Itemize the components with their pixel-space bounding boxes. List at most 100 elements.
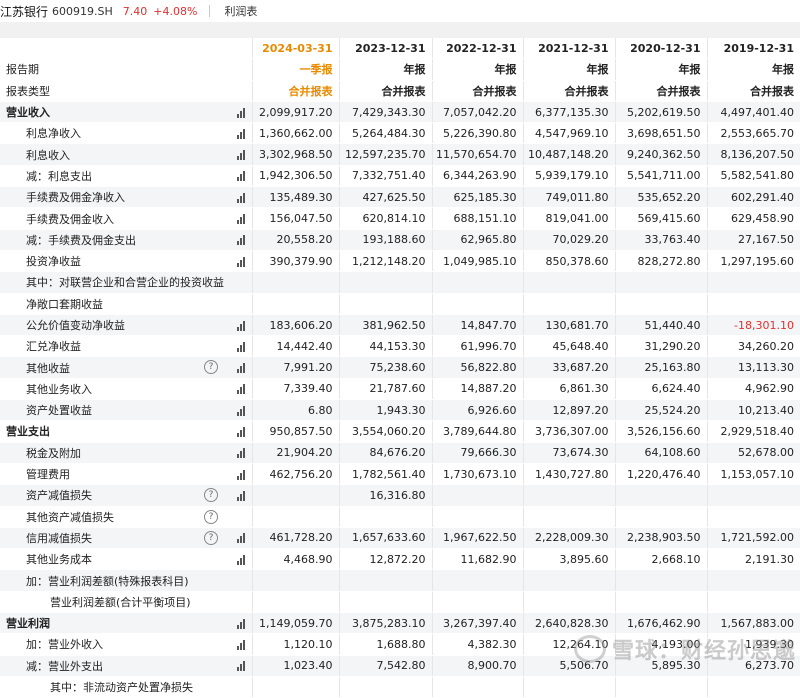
row-label: 加：营业利润差额(特殊报表科目) xyxy=(0,569,232,592)
value-cell: 70,029.20 xyxy=(522,229,615,251)
table-row[interactable]: 利息净收入 1,360,662.00 5,264,484.30 5,226,390.8… xyxy=(0,122,800,145)
help-icon[interactable]: ? xyxy=(204,509,218,524)
bar-chart-icon[interactable] xyxy=(236,171,247,182)
table-row[interactable]: 利息收入 3,302,968.50 12,597,235.70 11,570,654.… xyxy=(0,143,800,166)
bar-chart-icon[interactable] xyxy=(236,341,247,352)
bar-chart-icon[interactable] xyxy=(236,405,247,416)
value-cell xyxy=(706,569,800,592)
table-row[interactable]: 其他业务收入 7,339.40 21,787.60 14,887.20 6,861.30… xyxy=(0,378,800,401)
value-cell: 79,666.30 xyxy=(431,442,523,464)
table-row[interactable]: 税金及附加 21,904.20 84,676.20 79,666.30 73,674.3… xyxy=(0,442,800,464)
bar-chart-icon[interactable] xyxy=(236,661,247,672)
value-cell xyxy=(431,293,523,315)
value-cell: 6,861.30 xyxy=(522,378,615,401)
bar-chart-icon[interactable] xyxy=(236,639,247,650)
bar-chart-icon[interactable] xyxy=(236,426,247,437)
period-date[interactable]: 2020-12-31 xyxy=(614,38,707,60)
value-cell: 7,991.20 xyxy=(251,356,339,379)
bar-chart-icon[interactable] xyxy=(236,214,247,225)
bar-chart-icon[interactable] xyxy=(236,448,247,459)
value-cell: 6,377,135.30 xyxy=(522,101,615,124)
value-cell xyxy=(251,569,339,592)
bar-chart-icon[interactable] xyxy=(236,384,247,395)
help-icon[interactable]: ? xyxy=(204,488,218,503)
value-cell xyxy=(522,293,615,315)
bar-chart-icon[interactable] xyxy=(236,469,247,480)
value-cell: 84,676.20 xyxy=(338,442,432,464)
period-period-type: 年报 xyxy=(614,58,707,81)
value-cell: 25,163.80 xyxy=(614,356,707,379)
row-label: 公允价值变动净收益 xyxy=(0,314,232,337)
quote-header: 江苏银行 600919.SH 7.40 +4.08% 利润表 xyxy=(0,0,800,22)
value-cell: 3,895.60 xyxy=(522,548,615,571)
row-icon-cell xyxy=(232,569,252,592)
bar-chart-icon[interactable] xyxy=(236,533,247,544)
table-row[interactable]: 资产减值损失? 16,316.80 xyxy=(0,484,800,507)
period-date[interactable]: 2023-12-31 xyxy=(338,38,432,60)
table-row[interactable]: 加：营业利润差额(特殊报表科目) xyxy=(0,569,800,592)
table-row[interactable]: 管理费用 462,756.20 1,782,561.40 1,730,673.10 1,… xyxy=(0,463,800,486)
row-label: 其他业务收入 xyxy=(0,378,232,401)
bar-chart-icon[interactable] xyxy=(236,490,247,501)
row-icon-cell xyxy=(232,484,252,507)
bar-chart-icon[interactable] xyxy=(236,363,247,374)
table-row[interactable]: 其中：非流动资产处置净损失 xyxy=(0,676,800,698)
table-row[interactable]: 其他业务成本 4,468.90 12,872.20 11,682.90 3,895.60… xyxy=(0,548,800,571)
expand-caret-icon[interactable]: › xyxy=(8,104,13,117)
period-report-type: 合并报表 xyxy=(614,80,707,102)
table-row[interactable]: 营业利润差额(合计平衡项目) xyxy=(0,591,800,614)
help-icon[interactable]: ? xyxy=(204,530,218,545)
bar-chart-icon[interactable] xyxy=(236,128,247,139)
table-row[interactable]: 营业利润 1,149,059.70 3,875,283.10 3,267,397.40… xyxy=(0,612,800,635)
table-row[interactable]: 净敞口套期收益 xyxy=(0,293,800,315)
value-cell: 12,872.20 xyxy=(338,548,432,571)
value-cell xyxy=(251,591,339,614)
header-icon-cell xyxy=(232,80,252,102)
table-row[interactable]: 其中：对联营企业和合营企业的投资收益 xyxy=(0,271,800,294)
help-icon[interactable]: ? xyxy=(204,360,218,375)
bar-chart-icon[interactable] xyxy=(236,107,247,118)
table-row[interactable]: 公允价值变动净收益 183,606.20 381,962.50 14,847.70 13… xyxy=(0,314,800,337)
period-date[interactable]: 2019-12-31 xyxy=(706,38,800,60)
stock-name[interactable]: 江苏银行 xyxy=(0,3,48,20)
value-cell: 2,553,665.70 xyxy=(706,122,800,145)
table-row[interactable]: 其他资产减值损失? xyxy=(0,506,800,528)
table-row[interactable]: 手续费及佣金收入 156,047.50 620,814.10 688,151.10 81… xyxy=(0,207,800,230)
value-cell: 1,049,985.10 xyxy=(431,250,523,273)
bar-chart-icon[interactable] xyxy=(236,150,247,161)
table-row[interactable]: 投资净收益 390,379.90 1,212,148.20 1,049,985.10 8… xyxy=(0,250,800,273)
row-label: 利息净收入 xyxy=(0,122,232,145)
bar-chart-icon[interactable] xyxy=(236,256,247,267)
table-row[interactable]: 营业收入 › 2,099,917.20 7,429,343.30 7,057,042.2… xyxy=(0,101,800,124)
value-cell: 12,897.20 xyxy=(522,399,615,422)
bar-chart-icon[interactable] xyxy=(236,554,247,565)
table-row[interactable]: 汇兑净收益 14,442.40 44,153.30 61,996.70 45,648.4… xyxy=(0,335,800,358)
value-cell: 2,640,828.30 xyxy=(522,612,615,635)
row-label: 营业利润差额(合计平衡项目) xyxy=(0,591,232,614)
bar-chart-icon[interactable] xyxy=(236,235,247,246)
header-row: 报告期 一季报 年报 年报 年报 年报 年报 xyxy=(0,58,800,81)
row-label: 减：手续费及佣金支出 xyxy=(0,229,232,251)
bar-chart-icon[interactable] xyxy=(236,618,247,629)
value-cell xyxy=(522,271,615,294)
period-date[interactable]: 2021-12-31 xyxy=(522,38,615,60)
tab-income-statement[interactable]: 利润表 xyxy=(224,3,257,19)
table-row[interactable]: 资产处置收益 6.80 1,943.30 6,926.60 12,897.20 25,52… xyxy=(0,399,800,422)
table-row[interactable]: 减：手续费及佣金支出 20,558.20 193,188.60 62,965.80 70… xyxy=(0,229,800,251)
value-cell: 44,153.30 xyxy=(338,335,432,358)
bar-chart-icon[interactable] xyxy=(236,192,247,203)
period-date[interactable]: 2024-03-31 xyxy=(251,38,339,60)
value-cell xyxy=(338,591,432,614)
row-label: 利息收入 xyxy=(0,143,232,166)
table-row[interactable]: 营业支出 950,857.50 3,554,060.20 3,789,644.80 3,… xyxy=(0,420,800,443)
table-row[interactable]: 减：利息支出 1,942,306.50 7,332,751.40 6,344,263.… xyxy=(0,165,800,188)
table-row[interactable]: 手续费及佣金净收入 135,489.30 427,625.50 625,185.30 7… xyxy=(0,186,800,209)
bar-chart-icon[interactable] xyxy=(236,320,247,331)
value-cell: 950,857.50 xyxy=(251,420,339,443)
table-row[interactable]: 其他收益? 7,991.20 75,238.60 56,822.80 33,687.20… xyxy=(0,356,800,379)
period-date[interactable]: 2022-12-31 xyxy=(431,38,523,60)
table-row[interactable]: 信用减值损失? 461,728.20 1,657,633.60 1,967,622.5… xyxy=(0,527,800,550)
value-cell: 625,185.30 xyxy=(431,186,523,209)
row-icon-cell xyxy=(232,335,252,358)
value-cell: 620,814.10 xyxy=(338,207,432,230)
